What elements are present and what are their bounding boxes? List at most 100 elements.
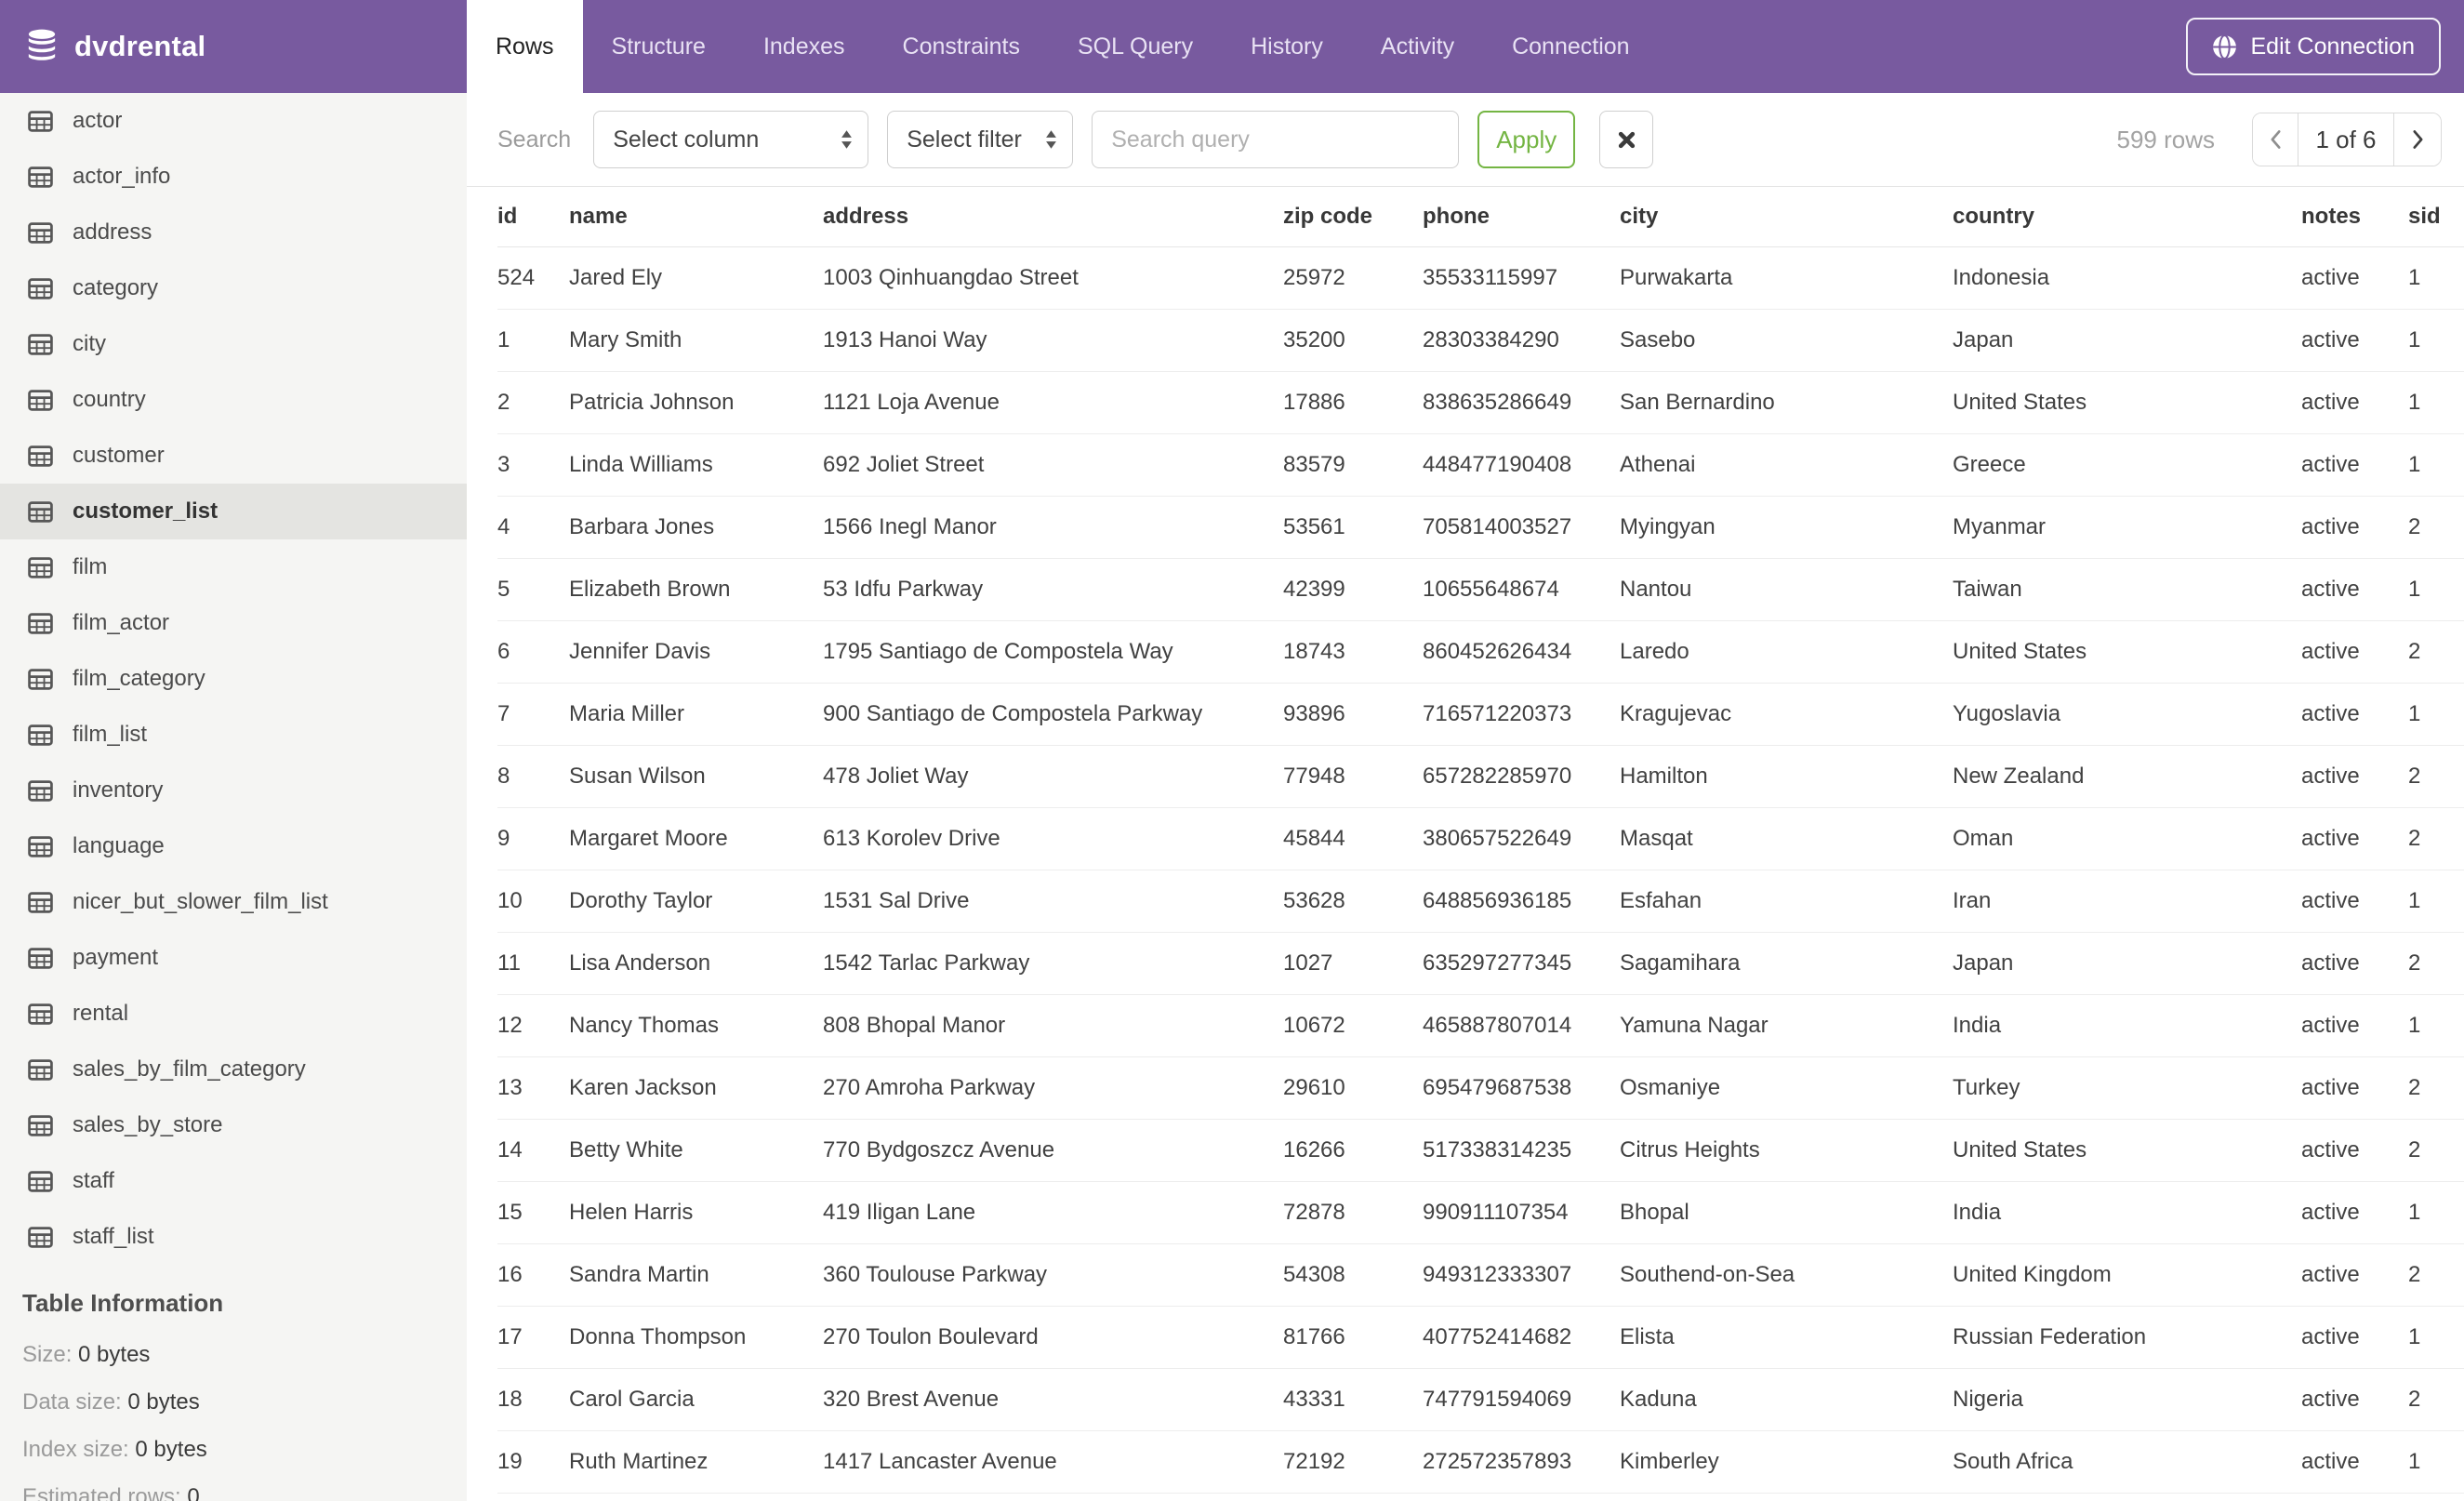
cell-id: 15	[497, 1181, 569, 1244]
sidebar-item-address[interactable]: address	[0, 205, 467, 260]
table-information: Table Information Size: 0 bytes Data size…	[0, 1289, 467, 1501]
sidebar-item-payment[interactable]: payment	[0, 930, 467, 986]
cell-name: Jared Ely	[569, 246, 823, 310]
previous-page-button[interactable]	[2253, 113, 2298, 166]
filter-select[interactable]: Select filter	[887, 111, 1074, 168]
chevron-left-icon	[2270, 130, 2281, 149]
cell-city: Kragujevac	[1620, 683, 1953, 746]
sidebar-item-staff-list[interactable]: staff_list	[0, 1209, 467, 1265]
cell-zip-code: 53561	[1283, 496, 1423, 559]
cell-phone: 28303384290	[1423, 309, 1620, 372]
sidebar-item-country[interactable]: country	[0, 372, 467, 428]
sidebar-item-city[interactable]: city	[0, 316, 467, 372]
table-row[interactable]: 524 Jared Ely 1003 Qinhuangdao Street 25972…	[497, 246, 2464, 310]
table-row[interactable]: 18 Carol Garcia 320 Brest Avenue 43331 74779…	[497, 1368, 2464, 1431]
table-icon	[28, 500, 53, 523]
table-row[interactable]: 5 Elizabeth Brown 53 Idfu Parkway 42399 1065…	[497, 558, 2464, 621]
globe-icon	[2213, 33, 2237, 60]
table-row[interactable]: 15 Helen Harris 419 Iligan Lane 72878 990911…	[497, 1181, 2464, 1244]
cell-address: 692 Joliet Street	[823, 433, 1283, 497]
tab-structure[interactable]: Structure	[583, 0, 735, 93]
sidebar-item-actor-info[interactable]: actor_info	[0, 149, 467, 205]
table-row[interactable]: 4 Barbara Jones 1566 Inegl Manor 53561 70581…	[497, 496, 2464, 559]
table-icon	[28, 221, 53, 244]
cell-id: 4	[497, 496, 569, 559]
table-row[interactable]: 3 Linda Williams 692 Joliet Street 83579 448…	[497, 433, 2464, 497]
sidebar-item-language[interactable]: language	[0, 818, 467, 874]
table-row[interactable]: 8 Susan Wilson 478 Joliet Way 77948 65728228…	[497, 745, 2464, 808]
table-row[interactable]: 2 Patricia Johnson 1121 Loja Avenue 17886 83…	[497, 371, 2464, 434]
cell-name: Carol Garcia	[569, 1368, 823, 1431]
sidebar-item-inventory[interactable]: inventory	[0, 763, 467, 818]
table-icon	[28, 277, 53, 299]
cell-zip-code: 10672	[1283, 994, 1423, 1057]
sidebar-item-sales-by-store[interactable]: sales_by_store	[0, 1097, 467, 1153]
sidebar-item-rental[interactable]: rental	[0, 986, 467, 1042]
sidebar-item-category[interactable]: category	[0, 260, 467, 316]
cell-notes: active	[2301, 745, 2408, 808]
cell-address: 900 Santiago de Compostela Parkway	[823, 683, 1283, 746]
apply-button[interactable]: Apply	[1477, 111, 1576, 168]
cell-phone: 380657522649	[1423, 807, 1620, 870]
tab-activity[interactable]: Activity	[1352, 0, 1483, 93]
table-row[interactable]: 13 Karen Jackson 270 Amroha Parkway 29610 69…	[497, 1056, 2464, 1120]
table-row[interactable]: 14 Betty White 770 Bydgoszcz Avenue 16266 51…	[497, 1119, 2464, 1182]
cell-notes: active	[2301, 1181, 2408, 1244]
sidebar-item-staff[interactable]: staff	[0, 1153, 467, 1209]
cell-sid: 1	[2408, 558, 2464, 621]
sidebar-item-nicer-but-slower-film-list[interactable]: nicer_but_slower_film_list	[0, 874, 467, 930]
cell-notes: active	[2301, 246, 2408, 310]
sidebar-item-actor[interactable]: actor	[0, 93, 467, 149]
sidebar-item-film-list[interactable]: film_list	[0, 707, 467, 763]
cell-id: 13	[497, 1056, 569, 1120]
cell-name: Mary Smith	[569, 309, 823, 372]
clear-search-button[interactable]	[1599, 111, 1654, 168]
cell-country: Russian Federation	[1953, 1306, 2301, 1369]
tab-indexes[interactable]: Indexes	[735, 0, 874, 93]
table-row[interactable]: 6 Jennifer Davis 1795 Santiago de Composte…	[497, 620, 2464, 684]
table-row[interactable]: 10 Dorothy Taylor 1531 Sal Drive 53628 64885…	[497, 870, 2464, 933]
cell-phone: 35533115997	[1423, 246, 1620, 310]
tab-history[interactable]: History	[1222, 0, 1352, 93]
sidebar-item-sales-by-film-category[interactable]: sales_by_film_category	[0, 1042, 467, 1097]
table-row[interactable]: 12 Nancy Thomas 808 Bhopal Manor 10672 46588…	[497, 994, 2464, 1057]
sidebar-item-film-actor[interactable]: film_actor	[0, 595, 467, 651]
sidebar-item-film[interactable]: film	[0, 539, 467, 595]
cell-id: 1	[497, 309, 569, 372]
tab-sql-query[interactable]: SQL Query	[1049, 0, 1222, 93]
tab-rows[interactable]: Rows	[467, 0, 583, 93]
cell-zip-code: 25972	[1283, 246, 1423, 310]
cell-city: Yamuna Nagar	[1620, 994, 1953, 1057]
table-row[interactable]: 7 Maria Miller 900 Santiago de Compostela …	[497, 683, 2464, 746]
search-query-input[interactable]	[1092, 111, 1460, 168]
tab-constraints[interactable]: Constraints	[874, 0, 1049, 93]
column-select[interactable]: Select column	[593, 111, 869, 168]
brand: dvdrental	[0, 0, 467, 93]
cell-phone: 648856936185	[1423, 870, 1620, 933]
table-row[interactable]: 11 Lisa Anderson 1542 Tarlac Parkway 1027 63…	[497, 932, 2464, 995]
cell-phone: 10655648674	[1423, 558, 1620, 621]
cell-notes: active	[2301, 1119, 2408, 1182]
cell-city: Esfahan	[1620, 870, 1953, 933]
table-row[interactable]: 1 Mary Smith 1913 Hanoi Way 35200 2830338429…	[497, 309, 2464, 372]
table-row[interactable]: 9 Margaret Moore 613 Korolev Drive 45844 380…	[497, 807, 2464, 870]
cell-phone: 860452626434	[1423, 620, 1620, 684]
cell-country: India	[1953, 994, 2301, 1057]
table-row[interactable]: 17 Donna Thompson 270 Toulon Boulevard 8176…	[497, 1306, 2464, 1369]
search-toolbar: Search Select column Select filter Apply	[467, 93, 2464, 186]
edit-connection-button[interactable]: Edit Connection	[2186, 18, 2441, 75]
table-row[interactable]: 19 Ruth Martinez 1417 Lancaster Avenue 7219…	[497, 1430, 2464, 1494]
cell-notes: active	[2301, 1430, 2408, 1494]
next-page-button[interactable]	[2394, 113, 2441, 166]
cell-id: 3	[497, 433, 569, 497]
tab-connection[interactable]: Connection	[1483, 0, 1658, 93]
cell-zip-code: 72878	[1283, 1181, 1423, 1244]
sidebar-item-label: country	[73, 387, 146, 412]
table-row[interactable]: 16 Sandra Martin 360 Toulouse Parkway 54308…	[497, 1243, 2464, 1307]
sidebar-item-customer-list[interactable]: customer_list	[0, 484, 467, 539]
sidebar-item-customer[interactable]: customer	[0, 428, 467, 484]
table-body: 524 Jared Ely 1003 Qinhuangdao Street 25972…	[497, 246, 2464, 1494]
cell-id: 9	[497, 807, 569, 870]
sidebar-item-film-category[interactable]: film_category	[0, 651, 467, 707]
cell-notes: active	[2301, 1243, 2408, 1307]
